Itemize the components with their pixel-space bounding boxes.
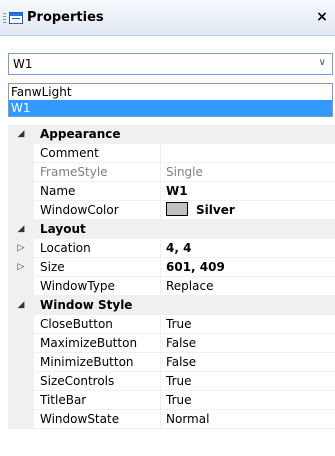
object-selector-value: W1 <box>13 57 33 71</box>
property-name: CloseButton <box>40 317 113 331</box>
expand-icon[interactable]: ▷ <box>16 243 26 253</box>
property-name: WindowColor <box>40 203 119 217</box>
property-value[interactable]: True <box>166 372 335 391</box>
property-value[interactable]: False <box>166 334 335 353</box>
property-name: WindowState <box>40 412 120 426</box>
property-name: TitleBar <box>40 393 87 407</box>
property-row-titlebar[interactable]: TitleBar True <box>8 391 335 410</box>
property-row-comment[interactable]: Comment <box>8 144 335 163</box>
property-value[interactable]: Replace <box>166 277 335 296</box>
panel-title: Properties <box>27 10 104 25</box>
property-name: Name <box>40 184 76 198</box>
property-row-windowstate[interactable]: WindowState Normal <box>8 410 335 429</box>
category-label: Layout <box>40 222 86 236</box>
property-name: MaximizeButton <box>40 336 138 350</box>
property-value-cell[interactable]: Silver <box>166 201 335 220</box>
property-row-framestyle[interactable]: FrameStyle Single <box>8 163 335 182</box>
property-value[interactable]: True <box>166 315 335 334</box>
object-selector-dropdown: FanwLight W1 <box>8 83 333 117</box>
category-appearance[interactable]: ◢ Appearance <box>8 125 335 144</box>
category-label: Window Style <box>40 298 133 312</box>
property-row-minimizebutton[interactable]: MinimizeButton False <box>8 353 335 372</box>
dropdown-option-w1[interactable]: W1 <box>9 100 332 116</box>
property-name: SizeControls <box>40 374 115 388</box>
property-name: Size <box>40 260 65 274</box>
category-label: Appearance <box>40 127 121 141</box>
properties-window-icon <box>9 12 23 24</box>
property-grid: ◢ Appearance Comment FrameStyle Single N… <box>8 125 335 456</box>
property-row-sizecontrols[interactable]: SizeControls True <box>8 372 335 391</box>
property-name: FrameStyle <box>40 165 108 179</box>
collapse-icon[interactable]: ◢ <box>16 300 26 310</box>
property-value[interactable]: True <box>166 391 335 410</box>
property-row-windowtype[interactable]: WindowType Replace <box>8 277 335 296</box>
property-value[interactable]: Single <box>166 163 335 182</box>
property-name: Comment <box>40 146 99 160</box>
property-name: MinimizeButton <box>40 355 134 369</box>
property-row-closebutton[interactable]: CloseButton True <box>8 315 335 334</box>
property-row-location[interactable]: ▷ Location 4, 4 <box>8 239 335 258</box>
panel-title-bar: Properties × <box>0 0 335 36</box>
drag-grip-icon[interactable] <box>3 13 6 25</box>
property-row-windowcolor[interactable]: WindowColor Silver <box>8 201 335 220</box>
property-value[interactable]: False <box>166 353 335 372</box>
dropdown-option-fanwlight[interactable]: FanwLight <box>9 84 332 100</box>
close-button[interactable]: × <box>313 8 331 26</box>
property-value[interactable]: W1 <box>166 182 335 201</box>
property-value: Silver <box>196 203 235 217</box>
property-name: WindowType <box>40 279 115 293</box>
color-swatch <box>166 202 188 216</box>
property-name: Location <box>40 241 91 255</box>
expand-icon[interactable]: ▷ <box>16 262 26 272</box>
property-row-maximizebutton[interactable]: MaximizeButton False <box>8 334 335 353</box>
property-row-size[interactable]: ▷ Size 601, 409 <box>8 258 335 277</box>
property-value[interactable] <box>166 144 335 163</box>
collapse-icon[interactable]: ◢ <box>16 224 26 234</box>
chevron-down-icon[interactable]: ∨ <box>319 57 326 68</box>
property-value[interactable]: Normal <box>166 410 335 429</box>
collapse-icon[interactable]: ◢ <box>16 129 26 139</box>
object-selector-combo[interactable]: W1 ∨ <box>8 53 333 75</box>
property-row-name[interactable]: Name W1 <box>8 182 335 201</box>
category-layout[interactable]: ◢ Layout <box>8 220 335 239</box>
property-value[interactable]: 4, 4 <box>166 239 335 258</box>
property-value[interactable]: 601, 409 <box>166 258 335 277</box>
category-window-style[interactable]: ◢ Window Style <box>8 296 335 315</box>
